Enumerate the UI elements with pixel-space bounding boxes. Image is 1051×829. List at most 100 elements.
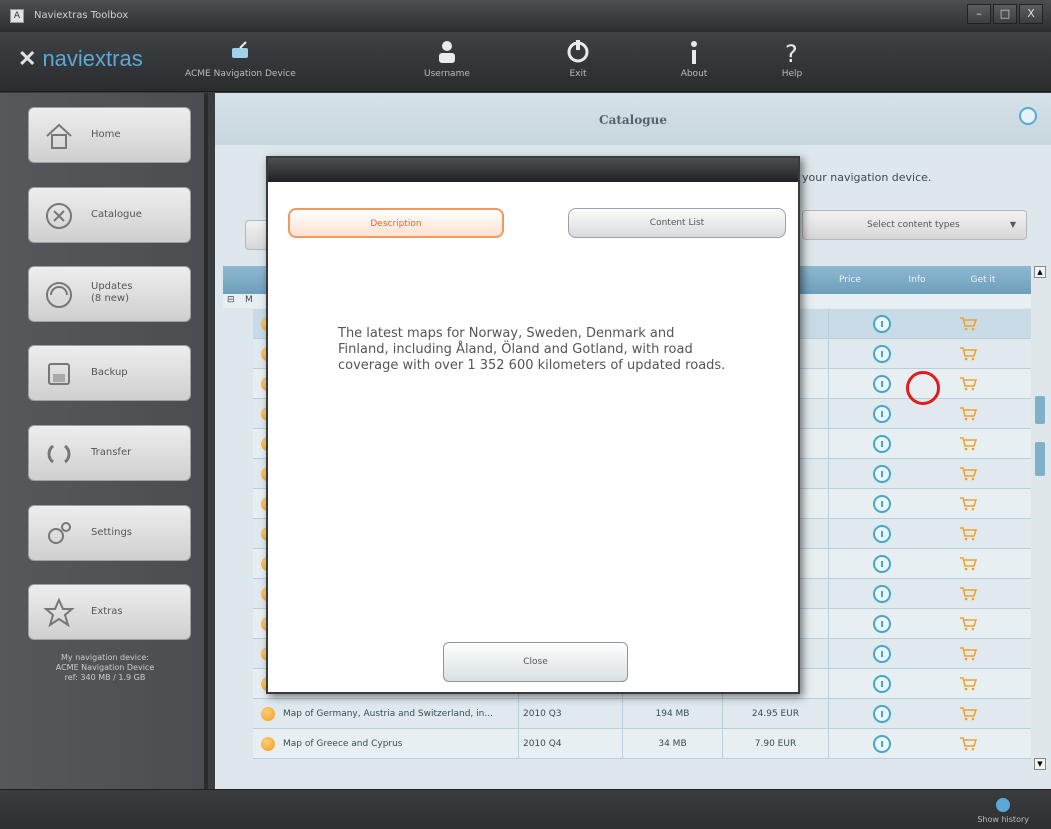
maximize-button[interactable]: □ bbox=[993, 4, 1017, 24]
window-titlebar: A Naviextras Toolbox – □ X bbox=[0, 0, 1051, 32]
sidebar-item-catalogue[interactable]: Catalogue bbox=[28, 187, 191, 243]
info-icon[interactable] bbox=[873, 315, 891, 333]
info-icon[interactable] bbox=[873, 615, 891, 633]
help-icon: ? bbox=[785, 40, 798, 66]
info-icon[interactable] bbox=[873, 735, 891, 753]
intro-text: your navigation device. bbox=[802, 171, 932, 184]
sidebar-item-updates[interactable]: Updates (8 new) bbox=[28, 266, 191, 322]
close-window-button[interactable]: X bbox=[1019, 4, 1043, 24]
description-dialog: Description Content List The latest maps… bbox=[266, 156, 800, 694]
status-dot-icon bbox=[261, 707, 275, 721]
info-icon[interactable] bbox=[873, 345, 891, 363]
info-icon[interactable] bbox=[873, 465, 891, 483]
cart-icon[interactable] bbox=[959, 377, 977, 391]
column-get: Get it bbox=[970, 275, 996, 285]
nav-about[interactable]: About bbox=[680, 38, 708, 79]
device-info: My navigation device: ACME Navigation De… bbox=[55, 653, 155, 682]
column-info: Info bbox=[908, 275, 926, 285]
info-highlight-circle bbox=[906, 371, 940, 405]
backup-icon bbox=[48, 363, 70, 385]
app-icon: A bbox=[10, 9, 24, 23]
cell-release: 2010 Q3 bbox=[519, 699, 623, 729]
device-icon bbox=[232, 41, 249, 58]
cart-icon[interactable] bbox=[959, 407, 977, 421]
sidebar: Home Catalogue Updates (8 new) Backup Tra… bbox=[0, 93, 208, 789]
home-icon bbox=[46, 123, 72, 149]
cart-icon[interactable] bbox=[959, 347, 977, 361]
tab-content-list[interactable]: Content List bbox=[568, 208, 786, 238]
page-title: Catalogue bbox=[599, 113, 667, 127]
table-row[interactable]: Map of Germany, Austria and Switzerland,… bbox=[253, 699, 1031, 729]
sidebar-item-backup[interactable]: Backup bbox=[28, 345, 191, 401]
nav-username[interactable]: Username bbox=[424, 38, 470, 79]
cart-icon[interactable] bbox=[959, 527, 977, 541]
settings-icon bbox=[48, 522, 71, 544]
catalogue-info-icon[interactable] bbox=[1019, 107, 1037, 125]
extras-icon bbox=[43, 597, 75, 628]
info-icon[interactable] bbox=[873, 705, 891, 723]
info-icon[interactable] bbox=[873, 435, 891, 453]
scroll-up-button[interactable]: ▲ bbox=[1034, 266, 1046, 278]
column-price[interactable]: Price bbox=[801, 266, 899, 294]
cell-size: 194 MB bbox=[623, 699, 723, 729]
info-icon[interactable] bbox=[873, 675, 891, 693]
cell-price: 7.90 EUR bbox=[723, 729, 829, 759]
cart-icon[interactable] bbox=[959, 317, 977, 331]
content-type-select[interactable]: Select content types ▼ bbox=[802, 210, 1027, 240]
cell-name: Map of Germany, Austria and Switzerland,… bbox=[279, 699, 519, 729]
dialog-titlebar bbox=[268, 158, 798, 182]
nav-exit[interactable]: Exit bbox=[564, 38, 592, 79]
info-icon[interactable] bbox=[873, 405, 891, 423]
naviextras-logo: ✕ naviextras bbox=[18, 46, 143, 71]
info-icon[interactable] bbox=[873, 525, 891, 543]
window-title: Naviextras Toolbox bbox=[34, 10, 129, 21]
close-button[interactable]: Close bbox=[443, 642, 628, 682]
info-icon[interactable] bbox=[873, 585, 891, 603]
cart-icon[interactable] bbox=[959, 467, 977, 481]
table-scrollbar[interactable]: ▲ ▼ bbox=[1034, 266, 1046, 776]
cart-icon[interactable] bbox=[959, 617, 977, 631]
minimize-button[interactable]: – bbox=[967, 4, 991, 24]
show-history-button[interactable]: Show history bbox=[977, 798, 1029, 824]
svg-text:?: ? bbox=[785, 40, 798, 66]
cart-icon[interactable] bbox=[959, 737, 977, 751]
window-controls: – □ X bbox=[967, 4, 1043, 24]
cart-icon[interactable] bbox=[959, 557, 977, 571]
cart-icon[interactable] bbox=[959, 497, 977, 511]
scroll-thumb[interactable] bbox=[1035, 396, 1045, 424]
dialog-description: The latest maps for Norway, Sweden, Denm… bbox=[338, 326, 726, 373]
user-icon bbox=[438, 41, 455, 63]
cart-icon[interactable] bbox=[959, 677, 977, 691]
tab-description[interactable]: Description bbox=[288, 208, 504, 238]
cell-release: 2010 Q4 bbox=[519, 729, 623, 759]
updates-icon bbox=[46, 282, 72, 308]
catalogue-icon bbox=[46, 203, 72, 229]
sidebar-item-extras[interactable]: Extras bbox=[28, 584, 191, 640]
exit-icon bbox=[567, 40, 589, 63]
info-icon[interactable] bbox=[873, 555, 891, 573]
info-icon[interactable] bbox=[873, 495, 891, 513]
cart-icon[interactable] bbox=[959, 587, 977, 601]
transfer-icon bbox=[47, 444, 71, 464]
info-icon[interactable] bbox=[873, 375, 891, 393]
nav-device[interactable]: ACME Navigation Device bbox=[185, 38, 296, 79]
info-icon bbox=[691, 41, 697, 64]
cell-price: 24.95 EUR bbox=[723, 699, 829, 729]
sidebar-item-updates-label: Updates bbox=[91, 281, 133, 292]
cart-icon[interactable] bbox=[959, 707, 977, 721]
scroll-down-button[interactable]: ▼ bbox=[1034, 758, 1046, 770]
info-icon[interactable] bbox=[873, 645, 891, 663]
scroll-thumb-secondary[interactable] bbox=[1035, 442, 1045, 476]
catalogue-header: Catalogue bbox=[215, 93, 1051, 145]
collapse-icon[interactable]: ⊟ bbox=[227, 295, 235, 305]
cart-icon[interactable] bbox=[959, 647, 977, 661]
cell-name: Map of Greece and Cyprus bbox=[279, 729, 519, 759]
sidebar-item-home[interactable]: Home bbox=[28, 107, 191, 163]
table-row[interactable]: Map of Greece and Cyprus 2010 Q4 34 MB 7.90… bbox=[253, 729, 1031, 759]
sidebar-item-updates-count: (8 new) bbox=[91, 293, 130, 304]
sidebar-item-transfer[interactable]: Transfer bbox=[28, 425, 191, 481]
sidebar-item-settings[interactable]: Settings bbox=[28, 505, 191, 561]
cart-icon[interactable] bbox=[959, 437, 977, 451]
status-bar: Show history bbox=[0, 789, 1051, 829]
nav-help[interactable]: ? Help bbox=[778, 38, 806, 79]
